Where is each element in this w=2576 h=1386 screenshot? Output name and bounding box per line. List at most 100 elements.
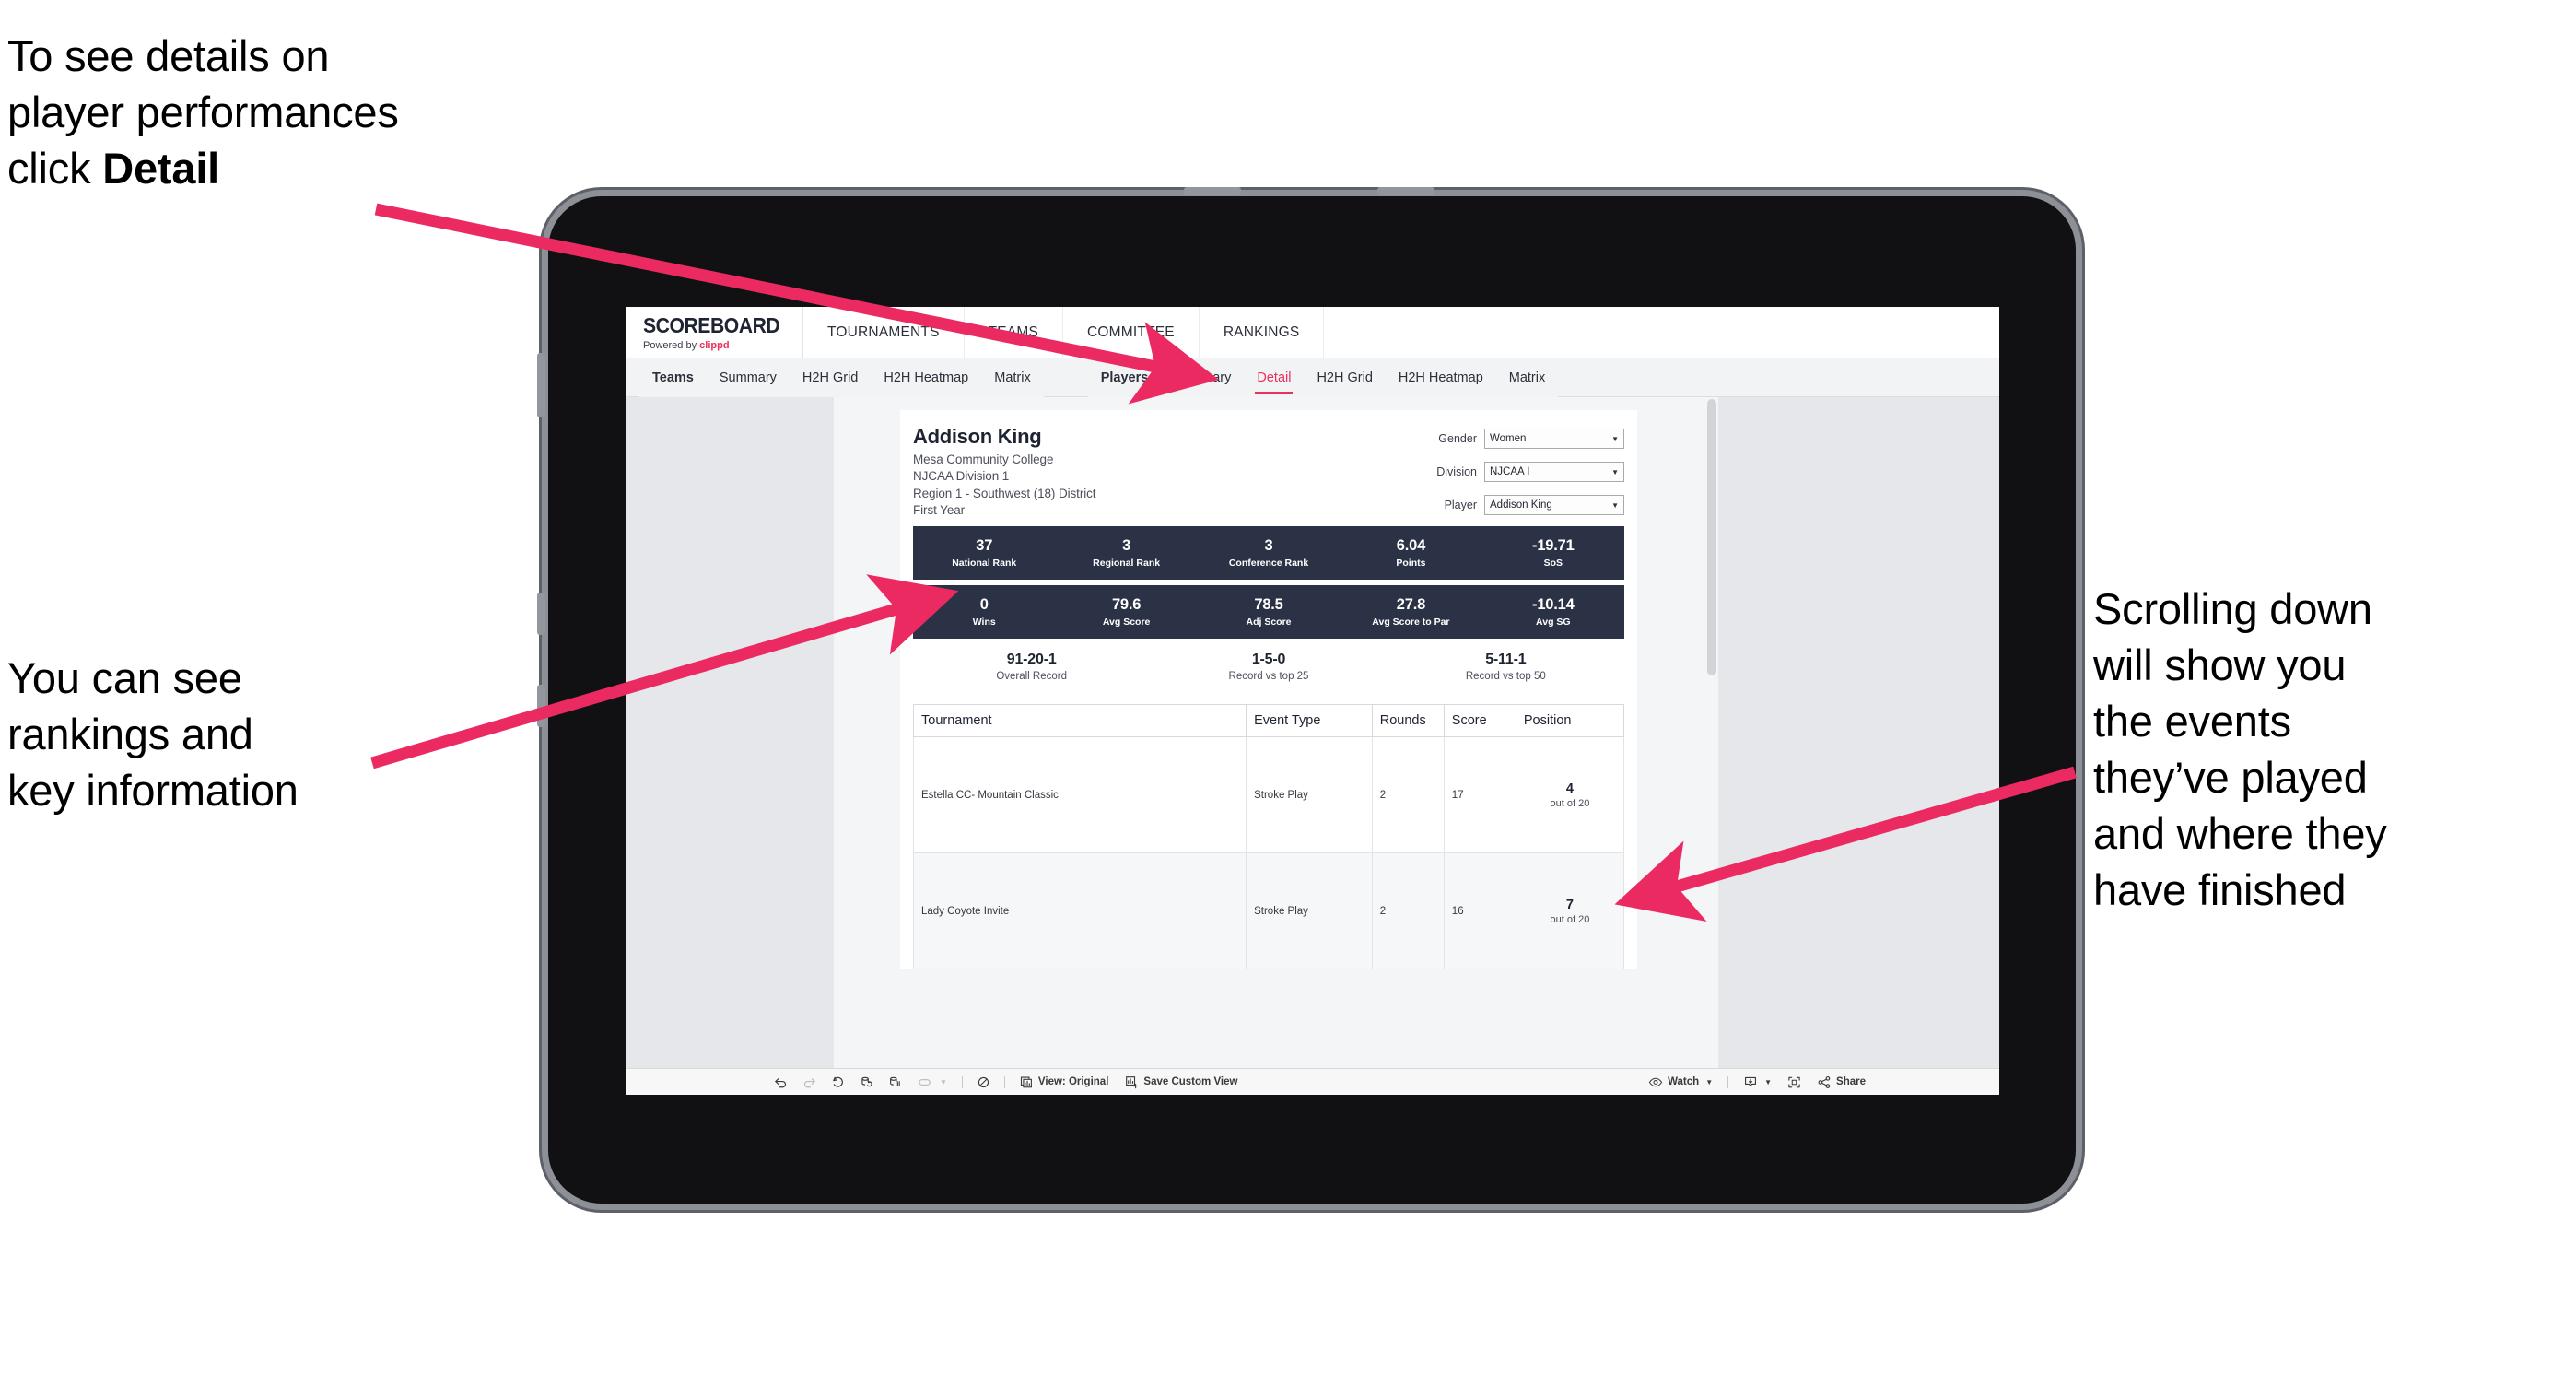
column-header-score[interactable]: Score [1443, 704, 1516, 737]
table-row[interactable]: Lady Coyote Invite Stroke Play 2 16 7 ou… [912, 852, 1625, 969]
stat-label: Adj Score [1246, 617, 1292, 628]
subtab-teams-h2h-grid[interactable]: H2H Grid [790, 358, 871, 397]
fullscreen-button[interactable] [1780, 1069, 1809, 1095]
stat-national-rank: 37 National Rank [913, 537, 1055, 569]
pause-data-button[interactable] [881, 1069, 909, 1095]
app-header: SCOREBOARD Powered by clippd TOURNAMENTS… [626, 307, 1999, 358]
refresh-data-button[interactable] [852, 1069, 881, 1095]
view-original-button[interactable]: View: Original [1012, 1069, 1117, 1095]
stat-label: Conference Rank [1228, 558, 1309, 569]
redo-button[interactable] [795, 1069, 824, 1095]
cell-rounds: 2 [1371, 736, 1445, 853]
subtab-teams-h2h-heatmap[interactable]: H2H Heatmap [871, 358, 981, 397]
stat-value: 3 [1122, 537, 1131, 554]
workbook-canvas: Addison King Mesa Community College NJCA… [626, 397, 1999, 1068]
subtab-teams-matrix[interactable]: Matrix [981, 358, 1043, 397]
filter-select-player[interactable]: Addison King ▼ [1484, 495, 1624, 515]
filter-row-division: Division NJCAA I ▼ [1385, 462, 1624, 482]
stat-avg-score-to-par: 27.8 Avg Score to Par [1340, 596, 1481, 628]
toolbar-divider [961, 1075, 963, 1088]
record-label: Overall Record [996, 671, 1068, 682]
record-vs-top-25: 1-5-0 Record vs top 25 [1150, 652, 1387, 682]
column-header-position[interactable]: Position [1515, 704, 1625, 737]
stat-label: Avg Score [1102, 617, 1151, 628]
chevron-down-icon: ▼ [1705, 1077, 1714, 1086]
record-vs-top-50: 5-11-1 Record vs top 50 [1388, 652, 1624, 682]
brand-logo[interactable]: SCOREBOARD Powered by clippd [626, 307, 803, 358]
subtab-teams[interactable]: Teams [639, 358, 707, 397]
player-identity: Addison King Mesa Community College NJCA… [913, 425, 1385, 517]
save-custom-view-button[interactable]: Save Custom View [1117, 1069, 1246, 1095]
stat-points: 6.04 Points [1340, 537, 1481, 569]
stat-band-scoring: 0 Wins 79.6 Avg Score 78.5 Adj Score 27.… [913, 585, 1624, 639]
chevron-down-icon: ▼ [1611, 467, 1619, 476]
brand-powered-prefix: Powered by [643, 340, 700, 351]
subtab-players-h2h-grid[interactable]: H2H Grid [1304, 358, 1385, 397]
filter-select-division[interactable]: NJCAA I ▼ [1484, 462, 1624, 482]
subtab-players-summary[interactable]: Summary [1161, 358, 1244, 397]
nav-item-tournaments[interactable]: TOURNAMENTS [803, 307, 965, 358]
player-meta-year: First Year [913, 503, 966, 517]
nav-item-teams[interactable]: TEAMS [965, 307, 1064, 358]
dashboard-sheet: Addison King Mesa Community College NJCA… [834, 397, 1718, 1068]
brand-subtitle: Powered by clippd [643, 340, 802, 351]
stat-value: 3 [1264, 537, 1273, 554]
dashboard-content: Addison King Mesa Community College NJCA… [900, 410, 1637, 969]
chevron-down-icon: ▼ [1611, 500, 1619, 510]
chevron-down-icon: ▼ [1764, 1077, 1773, 1086]
stat-value: -19.71 [1532, 537, 1575, 554]
brand-title: SCOREBOARD [643, 313, 780, 337]
stat-label: Regional Rank [1093, 558, 1161, 569]
undo-button[interactable] [767, 1069, 795, 1095]
highlight-button[interactable] [969, 1069, 998, 1095]
filter-value-gender: Women [1490, 433, 1527, 444]
sheet-scrollbar[interactable] [1707, 399, 1716, 675]
subtab-players-matrix[interactable]: Matrix [1496, 358, 1558, 397]
column-header-rounds[interactable]: Rounds [1371, 704, 1445, 737]
cell-event-type: Stroke Play [1246, 736, 1373, 853]
record-summary: 91-20-1 Overall Record 1-5-0 Record vs t… [913, 639, 1624, 697]
filter-row-player: Player Addison King ▼ [1385, 495, 1624, 515]
nav-item-committee[interactable]: COMMITTEE [1063, 307, 1200, 358]
table-row[interactable]: Estella CC- Mountain Classic Stroke Play… [912, 736, 1625, 853]
view-original-label: View: Original [1037, 1076, 1109, 1087]
share-label: Share [1836, 1076, 1866, 1087]
stat-label: Avg SG [1536, 617, 1571, 628]
filter-label-gender: Gender [1438, 432, 1477, 445]
player-meta-school: Mesa Community College [913, 452, 1054, 466]
stat-value: -10.14 [1532, 596, 1575, 613]
filter-select-gender[interactable]: Women ▼ [1484, 429, 1624, 449]
record-value: 1-5-0 [1251, 652, 1286, 667]
download-button[interactable]: ▼ [1735, 1069, 1780, 1095]
position-field-size: out of 20 [1550, 797, 1590, 809]
revert-button[interactable] [824, 1069, 852, 1095]
brand-powered-name: clippd [699, 340, 730, 351]
stat-value: 37 [976, 537, 993, 554]
toolbar-left-group: ▼ View: Original Save Custom View [767, 1069, 1246, 1095]
sub-tab-group-teams: Teams Summary H2H Grid H2H Heatmap Matri… [639, 358, 1044, 397]
table-body: Estella CC- Mountain Classic Stroke Play… [912, 736, 1625, 969]
watch-button[interactable]: Watch ▼ [1640, 1069, 1721, 1095]
record-overall: 91-20-1 Overall Record [913, 652, 1150, 682]
nav-item-rankings[interactable]: RANKINGS [1200, 307, 1325, 358]
stat-value: 0 [979, 596, 989, 613]
share-button[interactable]: Share [1809, 1069, 1874, 1095]
tablet-screen: SCOREBOARD Powered by clippd TOURNAMENTS… [626, 307, 1999, 1095]
subtab-players-detail[interactable]: Detail [1244, 358, 1304, 397]
player-meta-region: Region 1 - Southwest (18) District [913, 486, 1096, 500]
pill-dropdown-button[interactable]: ▼ [909, 1069, 955, 1095]
bottom-toolbar: ▼ View: Original Save Custom View Watch … [626, 1068, 1999, 1095]
table-head: Tournament Event Type Rounds Score Posit… [912, 704, 1625, 737]
column-header-tournament[interactable]: Tournament [912, 704, 1247, 737]
column-header-event-type[interactable]: Event Type [1246, 704, 1373, 737]
subtab-teams-summary[interactable]: Summary [707, 358, 790, 397]
top-navigation: TOURNAMENTS TEAMS COMMITTEE RANKINGS [803, 307, 1999, 358]
subtab-players[interactable]: Players [1088, 358, 1162, 397]
stat-label: SoS [1543, 558, 1563, 569]
stat-conference-rank: 3 Conference Rank [1198, 537, 1340, 569]
record-value: 5-11-1 [1485, 652, 1527, 667]
subtab-players-h2h-heatmap[interactable]: H2H Heatmap [1386, 358, 1496, 397]
stat-avg-sg: -10.14 Avg SG [1482, 596, 1624, 628]
chevron-down-icon: ▼ [940, 1077, 947, 1086]
